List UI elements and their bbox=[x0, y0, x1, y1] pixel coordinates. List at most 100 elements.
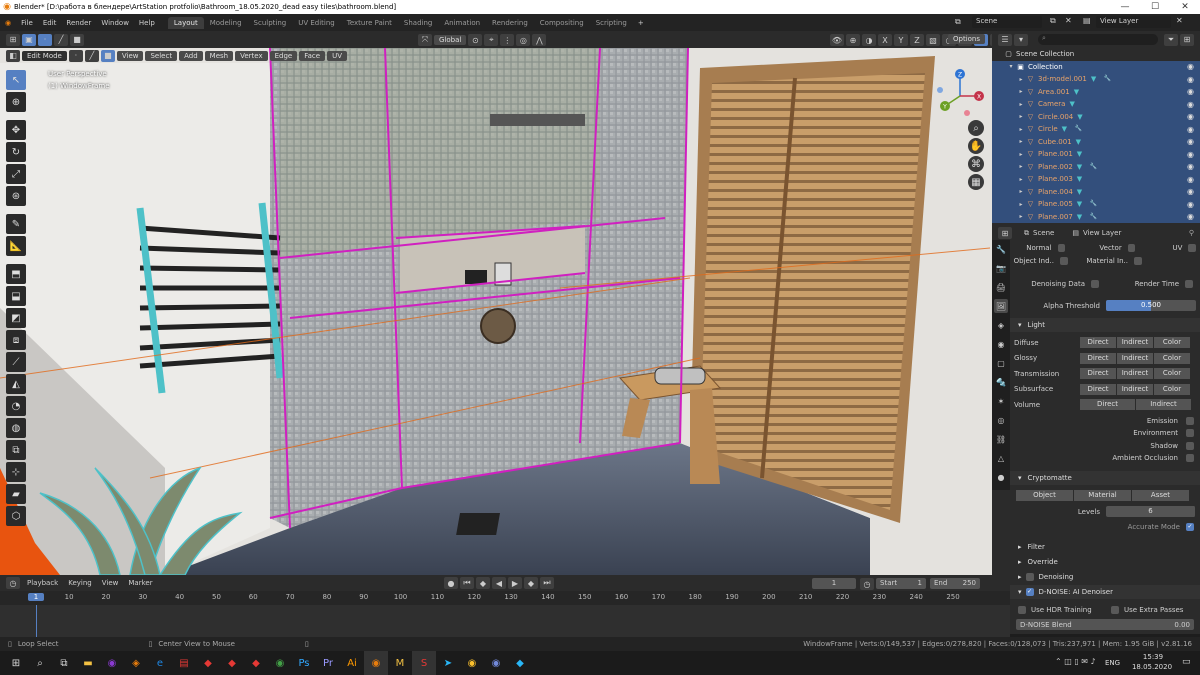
blender-menu-icon[interactable]: ◉ bbox=[0, 19, 16, 27]
transform-orientation-dropdown[interactable]: Global bbox=[434, 35, 467, 45]
pin-icon[interactable]: ⚲ bbox=[1189, 229, 1194, 237]
outliner-object-row[interactable]: ▸ ▽ Plane.007 ▼ 🔧 ◉ bbox=[992, 211, 1200, 224]
light-check-checkbox[interactable] bbox=[1186, 441, 1194, 450]
eye-icon[interactable]: ◉ bbox=[1187, 162, 1194, 171]
spin-icon[interactable]: ◔ bbox=[6, 396, 26, 416]
outliner-object-row[interactable]: ▸ ▽ Camera ▼ ◉ bbox=[992, 98, 1200, 111]
viewlayer-field[interactable]: View Layer bbox=[1096, 16, 1171, 28]
maximize-icon[interactable]: ☐ bbox=[1140, 0, 1170, 14]
eye-icon[interactable]: ◉ bbox=[1187, 200, 1194, 209]
measure-icon[interactable]: 📐 bbox=[6, 236, 26, 256]
menu-window[interactable]: Window bbox=[96, 19, 134, 27]
proportional-edit-icon[interactable]: ◎ bbox=[516, 34, 531, 46]
tray-icons[interactable]: ⌃ ◫ ▯ ✉ ♪ bbox=[1055, 657, 1096, 666]
eye-icon[interactable]: ◉ bbox=[1187, 62, 1194, 71]
clock-time[interactable]: 15:39 bbox=[1136, 653, 1170, 661]
expand-icon[interactable]: ▸ bbox=[1016, 88, 1026, 95]
options-dropdown[interactable]: Options bbox=[948, 34, 986, 44]
properties-editor-icon[interactable]: ⊞ bbox=[998, 227, 1012, 239]
expand-icon[interactable]: ▸ bbox=[1016, 201, 1026, 208]
mesh-data-icon[interactable]: ▼ bbox=[1074, 88, 1083, 96]
delete-viewlayer-icon[interactable]: ✕ bbox=[1176, 16, 1183, 25]
timeline-menu-marker[interactable]: Marker bbox=[123, 579, 157, 587]
overlay-icon[interactable]: ◑ bbox=[862, 34, 876, 46]
shrink-icon[interactable]: ⊹ bbox=[6, 462, 26, 482]
notifications-icon[interactable]: ▭ bbox=[1182, 657, 1191, 667]
mesh-data-icon[interactable]: ▼ bbox=[1062, 125, 1071, 133]
expand-icon[interactable]: ▸ bbox=[1016, 138, 1026, 145]
tab-sculpting[interactable]: Sculpting bbox=[248, 17, 293, 29]
media-app-icon[interactable]: ◉ bbox=[100, 651, 124, 675]
pdf-app-icon[interactable]: ▤ bbox=[172, 651, 196, 675]
filter-icon[interactable]: ⏷ bbox=[1164, 33, 1178, 46]
eye-icon[interactable]: ◉ bbox=[1187, 137, 1194, 146]
light-panel-header[interactable]: ▾ Light bbox=[1010, 318, 1200, 332]
shear-icon[interactable]: ▰ bbox=[6, 484, 26, 504]
photoshop-icon[interactable]: Ps bbox=[292, 651, 316, 675]
constraints-tab-icon[interactable]: ⛓ bbox=[994, 432, 1008, 446]
mesh-data-icon[interactable]: ▼ bbox=[1077, 213, 1086, 221]
rip-icon[interactable]: ⬡ bbox=[6, 506, 26, 526]
eye-icon[interactable]: ◉ bbox=[1187, 175, 1194, 184]
xray-icon[interactable]: ▧ bbox=[926, 34, 940, 46]
outliner-object-row[interactable]: ▸ ▽ Circle ▼ 🔧 ◉ bbox=[992, 123, 1200, 136]
world-tab-icon[interactable]: ◉ bbox=[994, 337, 1008, 351]
x-axis-toggle[interactable]: X bbox=[878, 34, 892, 46]
app-icon[interactable]: ◈ bbox=[124, 651, 148, 675]
mesh-data-icon[interactable]: ▼ bbox=[1077, 200, 1086, 208]
eye-icon[interactable]: ◉ bbox=[1187, 87, 1194, 96]
menu-view[interactable]: View bbox=[116, 50, 144, 61]
light-pass-toggle[interactable]: Direct bbox=[1080, 352, 1117, 364]
output-tab-icon[interactable]: 🖨 bbox=[994, 280, 1008, 294]
expand-icon[interactable]: ▸ bbox=[1016, 176, 1026, 183]
physics-tab-icon[interactable]: ◎ bbox=[994, 413, 1008, 427]
snap-target-icon[interactable]: ⋮ bbox=[500, 34, 515, 46]
light-pass-toggle[interactable]: Color bbox=[1154, 352, 1191, 364]
scene-field[interactable]: Scene bbox=[972, 16, 1042, 28]
menu-render[interactable]: Render bbox=[61, 19, 96, 27]
light-pass-toggle[interactable]: Color bbox=[1154, 337, 1191, 348]
pass-vector-checkbox[interactable] bbox=[1127, 243, 1136, 252]
jump-end-icon[interactable]: ⏭ bbox=[540, 577, 554, 589]
play-icon[interactable]: ▶ bbox=[508, 577, 522, 589]
light-pass-toggle[interactable]: Direct bbox=[1080, 399, 1136, 410]
modifier-icon[interactable]: 🔧 bbox=[1075, 125, 1084, 133]
premiere-icon[interactable]: Pr bbox=[316, 651, 340, 675]
outliner-object-row[interactable]: ▸ ▽ Plane.004 ▼ ◉ bbox=[992, 186, 1200, 199]
scene-tab-icon[interactable]: ◈ bbox=[994, 318, 1008, 332]
blender-taskbar-icon[interactable]: ◉ bbox=[364, 651, 388, 675]
render-tab-icon[interactable]: 📷 bbox=[994, 261, 1008, 275]
preview-range-icon[interactable]: ◷ bbox=[860, 578, 874, 590]
annotate-icon[interactable]: ✎ bbox=[6, 214, 26, 234]
inset-icon[interactable]: ⬓ bbox=[6, 286, 26, 306]
mesh-data-icon[interactable]: ▼ bbox=[1077, 188, 1086, 196]
language-indicator[interactable]: ENG bbox=[1105, 659, 1120, 667]
app-red-icon[interactable]: ◆ bbox=[196, 651, 220, 675]
jump-start-icon[interactable]: ⏮ bbox=[460, 577, 474, 589]
crypto-asset-button[interactable]: Asset bbox=[1132, 490, 1190, 501]
outliner-object-row[interactable]: ▸ ▽ Cube.001 ▼ ◉ bbox=[992, 136, 1200, 149]
outliner-object-row[interactable]: ▸ ▽ Plane.005 ▼ 🔧 ◉ bbox=[992, 198, 1200, 211]
timeline-menu-view[interactable]: View bbox=[97, 579, 124, 587]
pivot-icon[interactable]: ⊙ bbox=[468, 34, 483, 46]
app-red2-icon[interactable]: ◆ bbox=[220, 651, 244, 675]
tab-modeling[interactable]: Modeling bbox=[204, 17, 248, 29]
timeline-track[interactable] bbox=[0, 605, 1010, 637]
mesh-data-icon[interactable]: ▼ bbox=[1077, 175, 1086, 183]
data-tab-icon[interactable]: △ bbox=[994, 451, 1008, 465]
editor-type-icon[interactable]: ⊞ bbox=[6, 33, 20, 46]
current-frame-field[interactable]: 1 bbox=[812, 578, 856, 589]
ortho-toggle-icon[interactable]: ▦ bbox=[968, 174, 984, 190]
accurate-mode-checkbox[interactable]: ✓ bbox=[1186, 522, 1194, 531]
eye-icon[interactable]: ◉ bbox=[1187, 125, 1194, 134]
mode-dropdown[interactable]: Edit Mode bbox=[22, 50, 67, 61]
light-pass-toggle[interactable]: Indirect bbox=[1117, 368, 1154, 379]
transform-icon[interactable]: ⊛ bbox=[6, 186, 26, 206]
outliner-search-input[interactable]: ⌕ bbox=[1038, 34, 1158, 45]
falloff-icon[interactable]: ⋀ bbox=[532, 34, 547, 46]
delete-scene-icon[interactable]: ✕ bbox=[1065, 16, 1072, 25]
light-pass-toggle[interactable]: Indirect bbox=[1117, 337, 1154, 348]
chrome-icon[interactable]: ◉ bbox=[460, 651, 484, 675]
mesh-data-icon[interactable]: ▼ bbox=[1069, 100, 1078, 108]
eye-icon[interactable]: ◉ bbox=[1187, 75, 1194, 84]
